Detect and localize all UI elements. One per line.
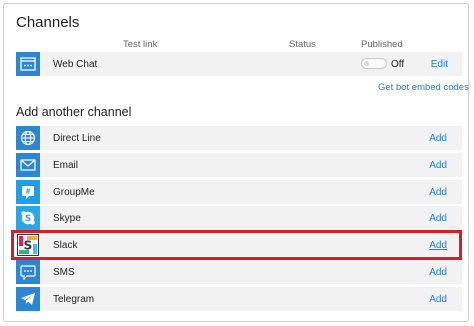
skype-label: Skype bbox=[53, 212, 81, 224]
add-email-link[interactable]: Add bbox=[429, 160, 447, 171]
globe-icon bbox=[16, 126, 40, 150]
add-direct-line-link[interactable]: Add bbox=[429, 133, 447, 144]
skype-icon: S bbox=[16, 206, 40, 230]
channel-row-groupme: # GroupMe Add bbox=[16, 180, 462, 204]
telegram-label: Telegram bbox=[53, 293, 95, 305]
get-embed-codes-link[interactable]: Get bot embed codes bbox=[378, 82, 469, 93]
channel-row-telegram: Telegram Add bbox=[16, 287, 462, 311]
groupme-label: GroupMe bbox=[53, 186, 95, 198]
channel-row-skype: S Skype Add bbox=[16, 206, 462, 230]
email-label: Email bbox=[53, 159, 79, 171]
web-chat-label: Web Chat bbox=[53, 58, 98, 70]
edit-web-chat-link[interactable]: Edit bbox=[431, 59, 448, 70]
sms-icon bbox=[16, 260, 40, 284]
envelope-icon bbox=[16, 153, 40, 177]
slack-highlight-box bbox=[11, 230, 462, 260]
direct-line-label: Direct Line bbox=[53, 132, 101, 144]
telegram-icon bbox=[16, 287, 40, 311]
channel-row-email: Email Add bbox=[16, 153, 462, 177]
svg-text:S: S bbox=[25, 214, 31, 224]
channel-row-sms: SMS Add bbox=[16, 260, 462, 284]
channel-row-direct-line: Direct Line Add bbox=[16, 126, 462, 150]
column-header-test-link: Test link bbox=[123, 39, 158, 50]
groupme-icon: # bbox=[16, 180, 40, 204]
svg-text:#: # bbox=[25, 188, 31, 196]
channels-title: Channels bbox=[16, 14, 80, 31]
add-groupme-link[interactable]: Add bbox=[429, 187, 447, 198]
published-status-label: Off bbox=[391, 58, 405, 70]
add-telegram-link[interactable]: Add bbox=[429, 294, 447, 305]
web-chat-icon bbox=[16, 52, 40, 76]
column-header-status: Status bbox=[289, 39, 316, 50]
add-channel-title: Add another channel bbox=[16, 105, 132, 119]
add-skype-link[interactable]: Add bbox=[429, 213, 447, 224]
add-sms-link[interactable]: Add bbox=[429, 267, 447, 278]
sms-label: SMS bbox=[53, 266, 75, 278]
channel-row-web-chat: Web Chat Off Edit bbox=[16, 52, 462, 76]
toggle-knob bbox=[364, 61, 369, 66]
published-toggle[interactable] bbox=[361, 58, 387, 69]
column-header-published: Published bbox=[361, 39, 403, 50]
